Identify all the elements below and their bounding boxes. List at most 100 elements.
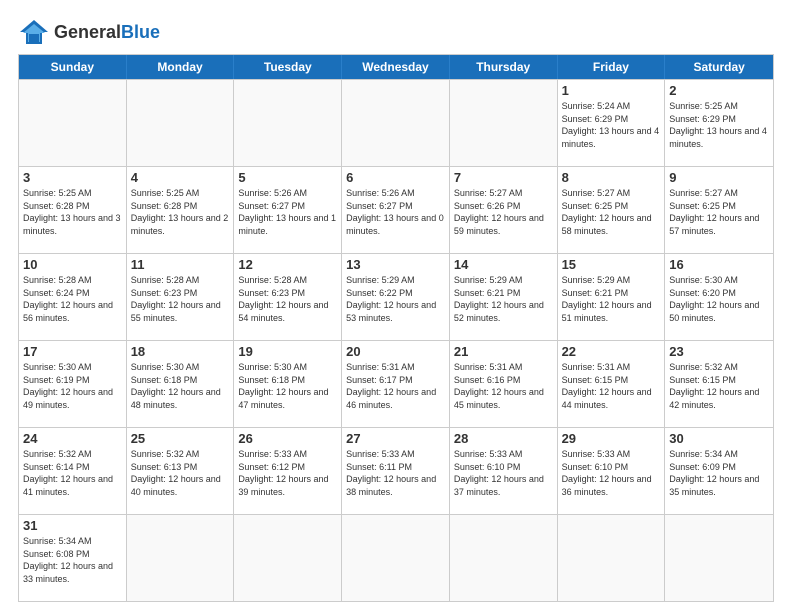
- day-number: 12: [238, 257, 337, 272]
- day-number: 10: [23, 257, 122, 272]
- cal-cell: [127, 80, 235, 166]
- cal-cell: [450, 80, 558, 166]
- cal-cell: 11 Sunrise: 5:28 AM Sunset: 6:23 PM Dayli…: [127, 254, 235, 340]
- day-info: Sunrise: 5:27 AM Sunset: 6:25 PM Dayligh…: [562, 187, 661, 237]
- cal-cell: 20 Sunrise: 5:31 AM Sunset: 6:17 PM Dayli…: [342, 341, 450, 427]
- cal-cell: 9 Sunrise: 5:27 AM Sunset: 6:25 PM Daylig…: [665, 167, 773, 253]
- day-info: Sunrise: 5:32 AM Sunset: 6:14 PM Dayligh…: [23, 448, 122, 498]
- cal-cell: 26Sunrise: 5:33 AM Sunset: 6:12 PM Dayli…: [234, 428, 342, 514]
- cal-cell: 29 Sunrise: 5:33 AM Sunset: 6:10 PM Dayli…: [558, 428, 666, 514]
- cal-cell: [665, 515, 773, 601]
- day-info: Sunrise: 5:29 AM Sunset: 6:21 PM Dayligh…: [454, 274, 553, 324]
- cal-cell: 31 Sunrise: 5:34 AM Sunset: 6:08 PM Dayli…: [19, 515, 127, 601]
- header-saturday: Saturday: [665, 55, 773, 79]
- cal-cell: 17 Sunrise: 5:30 AM Sunset: 6:19 PM Dayli…: [19, 341, 127, 427]
- day-info: Sunrise: 5:31 AM Sunset: 6:16 PM Dayligh…: [454, 361, 553, 411]
- day-info: Sunrise: 5:30 AM Sunset: 6:20 PM Dayligh…: [669, 274, 769, 324]
- day-number: 29: [562, 431, 661, 446]
- cal-cell: 23Sunrise: 5:32 AM Sunset: 6:15 PM Dayli…: [665, 341, 773, 427]
- calendar-body: 1Sunrise: 5:24 AM Sunset: 6:29 PM Daylig…: [19, 79, 773, 601]
- day-number: 11: [131, 257, 230, 272]
- day-number: 22: [562, 344, 661, 359]
- week-row-2: 3Sunrise: 5:25 AM Sunset: 6:28 PM Daylig…: [19, 166, 773, 253]
- cal-cell: [127, 515, 235, 601]
- cal-cell: [234, 80, 342, 166]
- day-info: Sunrise: 5:32 AM Sunset: 6:13 PM Dayligh…: [131, 448, 230, 498]
- cal-cell: [450, 515, 558, 601]
- day-info: Sunrise: 5:33 AM Sunset: 6:10 PM Dayligh…: [454, 448, 553, 498]
- day-number: 16: [669, 257, 769, 272]
- day-info: Sunrise: 5:27 AM Sunset: 6:25 PM Dayligh…: [669, 187, 769, 237]
- header: GeneralBlue: [18, 18, 774, 46]
- cal-cell: 21 Sunrise: 5:31 AM Sunset: 6:16 PM Dayli…: [450, 341, 558, 427]
- day-number: 27: [346, 431, 445, 446]
- cal-cell: 18 Sunrise: 5:30 AM Sunset: 6:18 PM Dayli…: [127, 341, 235, 427]
- day-info: Sunrise: 5:30 AM Sunset: 6:19 PM Dayligh…: [23, 361, 122, 411]
- page: GeneralBlue SundayMondayTuesdayWednesday…: [0, 0, 792, 612]
- day-number: 21: [454, 344, 553, 359]
- day-info: Sunrise: 5:26 AM Sunset: 6:27 PM Dayligh…: [238, 187, 337, 237]
- logo: GeneralBlue: [18, 18, 160, 46]
- day-number: 31: [23, 518, 122, 533]
- cal-cell: 3Sunrise: 5:25 AM Sunset: 6:28 PM Daylig…: [19, 167, 127, 253]
- day-info: Sunrise: 5:31 AM Sunset: 6:15 PM Dayligh…: [562, 361, 661, 411]
- cal-cell: 1Sunrise: 5:24 AM Sunset: 6:29 PM Daylig…: [558, 80, 666, 166]
- day-info: Sunrise: 5:25 AM Sunset: 6:29 PM Dayligh…: [669, 100, 769, 150]
- day-number: 9: [669, 170, 769, 185]
- cal-cell: [234, 515, 342, 601]
- cal-cell: 24Sunrise: 5:32 AM Sunset: 6:14 PM Dayli…: [19, 428, 127, 514]
- day-info: Sunrise: 5:31 AM Sunset: 6:17 PM Dayligh…: [346, 361, 445, 411]
- cal-cell: 7 Sunrise: 5:27 AM Sunset: 6:26 PM Daylig…: [450, 167, 558, 253]
- day-number: 14: [454, 257, 553, 272]
- day-info: Sunrise: 5:28 AM Sunset: 6:24 PM Dayligh…: [23, 274, 122, 324]
- day-info: Sunrise: 5:27 AM Sunset: 6:26 PM Dayligh…: [454, 187, 553, 237]
- header-monday: Monday: [127, 55, 235, 79]
- cal-cell: 10 Sunrise: 5:28 AM Sunset: 6:24 PM Dayli…: [19, 254, 127, 340]
- cal-cell: 22 Sunrise: 5:31 AM Sunset: 6:15 PM Dayli…: [558, 341, 666, 427]
- week-row-3: 10 Sunrise: 5:28 AM Sunset: 6:24 PM Dayli…: [19, 253, 773, 340]
- day-number: 6: [346, 170, 445, 185]
- week-row-1: 1Sunrise: 5:24 AM Sunset: 6:29 PM Daylig…: [19, 79, 773, 166]
- day-info: Sunrise: 5:33 AM Sunset: 6:10 PM Dayligh…: [562, 448, 661, 498]
- day-info: Sunrise: 5:29 AM Sunset: 6:22 PM Dayligh…: [346, 274, 445, 324]
- cal-cell: 14 Sunrise: 5:29 AM Sunset: 6:21 PM Dayli…: [450, 254, 558, 340]
- day-number: 4: [131, 170, 230, 185]
- day-info: Sunrise: 5:28 AM Sunset: 6:23 PM Dayligh…: [131, 274, 230, 324]
- cal-cell: 25 Sunrise: 5:32 AM Sunset: 6:13 PM Dayli…: [127, 428, 235, 514]
- day-number: 7: [454, 170, 553, 185]
- cal-cell: 16 Sunrise: 5:30 AM Sunset: 6:20 PM Dayli…: [665, 254, 773, 340]
- day-number: 20: [346, 344, 445, 359]
- calendar-header-row: SundayMondayTuesdayWednesdayThursdayFrid…: [19, 55, 773, 79]
- day-info: Sunrise: 5:30 AM Sunset: 6:18 PM Dayligh…: [238, 361, 337, 411]
- cal-cell: 28 Sunrise: 5:33 AM Sunset: 6:10 PM Dayli…: [450, 428, 558, 514]
- day-number: 23: [669, 344, 769, 359]
- cal-cell: [19, 80, 127, 166]
- day-info: Sunrise: 5:24 AM Sunset: 6:29 PM Dayligh…: [562, 100, 661, 150]
- cal-cell: 2Sunrise: 5:25 AM Sunset: 6:29 PM Daylig…: [665, 80, 773, 166]
- header-sunday: Sunday: [19, 55, 127, 79]
- day-number: 15: [562, 257, 661, 272]
- cal-cell: 8Sunrise: 5:27 AM Sunset: 6:25 PM Daylig…: [558, 167, 666, 253]
- cal-cell: 4Sunrise: 5:25 AM Sunset: 6:28 PM Daylig…: [127, 167, 235, 253]
- day-number: 25: [131, 431, 230, 446]
- day-number: 26: [238, 431, 337, 446]
- cal-cell: 27 Sunrise: 5:33 AM Sunset: 6:11 PM Dayli…: [342, 428, 450, 514]
- cal-cell: 6 Sunrise: 5:26 AM Sunset: 6:27 PM Daylig…: [342, 167, 450, 253]
- header-tuesday: Tuesday: [234, 55, 342, 79]
- day-number: 18: [131, 344, 230, 359]
- day-number: 30: [669, 431, 769, 446]
- cal-cell: [342, 80, 450, 166]
- cal-cell: 12Sunrise: 5:28 AM Sunset: 6:23 PM Dayli…: [234, 254, 342, 340]
- day-number: 28: [454, 431, 553, 446]
- day-info: Sunrise: 5:25 AM Sunset: 6:28 PM Dayligh…: [23, 187, 122, 237]
- week-row-4: 17 Sunrise: 5:30 AM Sunset: 6:19 PM Dayli…: [19, 340, 773, 427]
- day-info: Sunrise: 5:34 AM Sunset: 6:08 PM Dayligh…: [23, 535, 122, 585]
- day-info: Sunrise: 5:26 AM Sunset: 6:27 PM Dayligh…: [346, 187, 445, 237]
- cal-cell: 13Sunrise: 5:29 AM Sunset: 6:22 PM Dayli…: [342, 254, 450, 340]
- day-info: Sunrise: 5:34 AM Sunset: 6:09 PM Dayligh…: [669, 448, 769, 498]
- day-number: 5: [238, 170, 337, 185]
- day-number: 17: [23, 344, 122, 359]
- day-info: Sunrise: 5:30 AM Sunset: 6:18 PM Dayligh…: [131, 361, 230, 411]
- day-info: Sunrise: 5:33 AM Sunset: 6:11 PM Dayligh…: [346, 448, 445, 498]
- cal-cell: 30 Sunrise: 5:34 AM Sunset: 6:09 PM Dayli…: [665, 428, 773, 514]
